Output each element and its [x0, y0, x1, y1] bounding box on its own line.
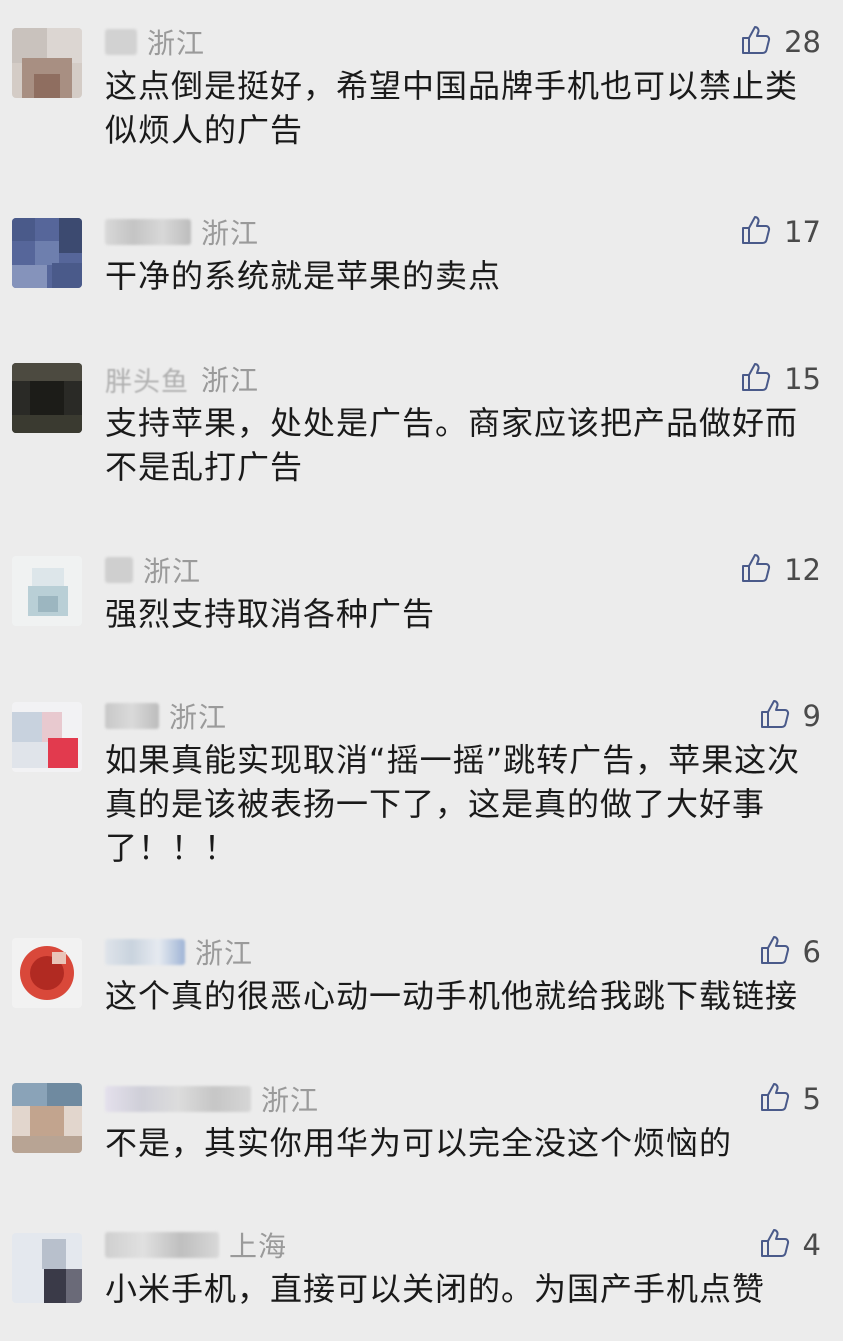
like-button[interactable]: 17	[740, 212, 821, 252]
comment-meta: 胖头鱼 浙江	[105, 359, 259, 399]
username-redacted[interactable]	[105, 219, 191, 245]
thumbs-up-icon	[759, 698, 791, 734]
thumbs-up-icon	[759, 1081, 791, 1117]
comment-text: 强烈支持取消各种广告	[105, 595, 436, 633]
username-redacted[interactable]	[105, 1086, 251, 1112]
comment-text: 如果真能实现取消“摇一摇”跳转广告，苹果这次真的是该被表扬一下了，这是真的做了大…	[105, 741, 801, 867]
comment-meta: 浙江	[105, 212, 259, 252]
thumbs-up-icon	[740, 214, 772, 250]
thumbs-up-icon	[740, 361, 772, 397]
comment-meta: 上海	[105, 1225, 287, 1265]
location-label: 浙江	[143, 555, 202, 588]
like-count: 9	[802, 699, 821, 733]
avatar[interactable]	[12, 28, 82, 98]
location-label: 浙江	[261, 1084, 320, 1117]
username-partial[interactable]: 胖头鱼	[105, 360, 189, 399]
like-count: 12	[784, 553, 821, 587]
comment-text: 干净的系统就是苹果的卖点	[105, 257, 502, 295]
thumbs-up-icon	[740, 552, 772, 588]
avatar[interactable]	[12, 1233, 82, 1303]
location-label: 浙江	[201, 217, 260, 250]
avatar[interactable]	[12, 363, 82, 433]
like-count: 28	[784, 25, 821, 59]
like-count: 5	[802, 1082, 821, 1116]
thumbs-up-icon	[759, 934, 791, 970]
comment-text: 不是，其实你用华为可以完全没这个烦恼的	[105, 1124, 733, 1162]
location-label: 浙江	[147, 27, 206, 60]
like-button[interactable]: 9	[759, 696, 821, 736]
location-label: 上海	[229, 1230, 288, 1263]
avatar[interactable]	[12, 702, 82, 772]
comment-text: 这点倒是挺好，希望中国品牌手机也可以禁止类似烦人的广告	[105, 67, 799, 149]
comment-text: 小米手机，直接可以关闭的。为国产手机点赞	[105, 1270, 766, 1308]
avatar[interactable]	[12, 938, 82, 1008]
like-count: 4	[802, 1228, 821, 1262]
avatar[interactable]	[12, 556, 82, 626]
username-redacted[interactable]	[105, 29, 137, 55]
avatar[interactable]	[12, 1083, 82, 1153]
comment-text: 这个真的很恶心动一动手机他就给我跳下载链接	[105, 977, 799, 1015]
comment-meta: 浙江	[105, 550, 201, 590]
like-button[interactable]: 12	[740, 550, 821, 590]
like-count: 15	[784, 362, 821, 396]
location-label: 浙江	[169, 701, 228, 734]
location-label: 浙江	[195, 937, 254, 970]
thumbs-up-icon	[759, 1227, 791, 1263]
like-count: 17	[784, 215, 821, 249]
comment-meta: 浙江	[105, 932, 253, 972]
like-button[interactable]: 4	[759, 1225, 821, 1265]
thumbs-up-icon	[740, 24, 772, 60]
username-redacted[interactable]	[105, 703, 159, 729]
comment-meta: 浙江	[105, 22, 205, 62]
comment-meta: 浙江	[105, 1079, 319, 1119]
username-redacted[interactable]	[105, 939, 185, 965]
comment-text: 支持苹果，处处是广告。商家应该把产品做好而不是乱打广告	[105, 404, 799, 486]
username-redacted[interactable]	[105, 1232, 219, 1258]
username-redacted[interactable]	[105, 557, 133, 583]
location-label: 浙江	[201, 364, 260, 397]
like-button[interactable]: 15	[740, 359, 821, 399]
avatar[interactable]	[12, 218, 82, 288]
comment-meta: 浙江	[105, 696, 227, 736]
like-button[interactable]: 5	[759, 1079, 821, 1119]
like-button[interactable]: 28	[740, 22, 821, 62]
like-count: 6	[802, 935, 821, 969]
like-button[interactable]: 6	[759, 932, 821, 972]
